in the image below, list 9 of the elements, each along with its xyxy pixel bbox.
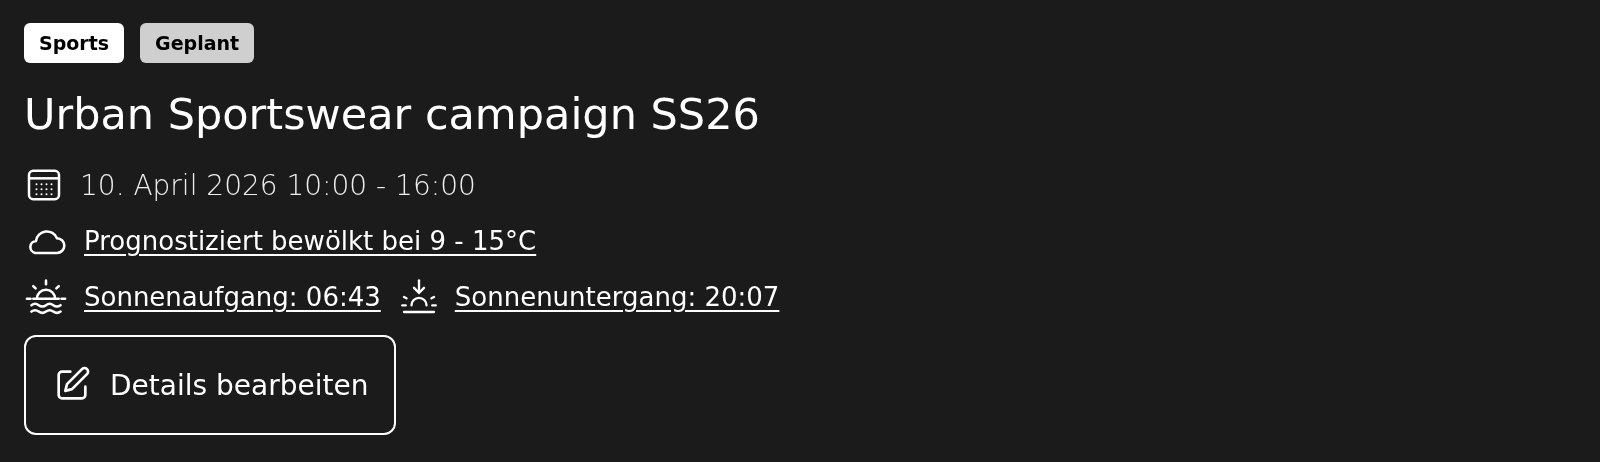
event-date: 10. April 2026 10:00 - 16:00 — [80, 168, 476, 202]
sunrise-icon — [24, 277, 68, 317]
event-title: Urban Sportswear campaign SS26 — [24, 89, 760, 139]
edit-details-button[interactable]: Details bearbeiten — [24, 335, 397, 435]
sunset-link[interactable]: Sonnenuntergang: 20:07 — [454, 282, 780, 312]
tag: Sports — [24, 23, 125, 63]
sunrise-link[interactable]: Sonnenaufgang: 06:43 — [84, 282, 381, 312]
weather-link[interactable]: Prognostiziert bewölkt bei 9 - 15°C — [84, 226, 537, 256]
tag: Geplant — [140, 23, 255, 63]
